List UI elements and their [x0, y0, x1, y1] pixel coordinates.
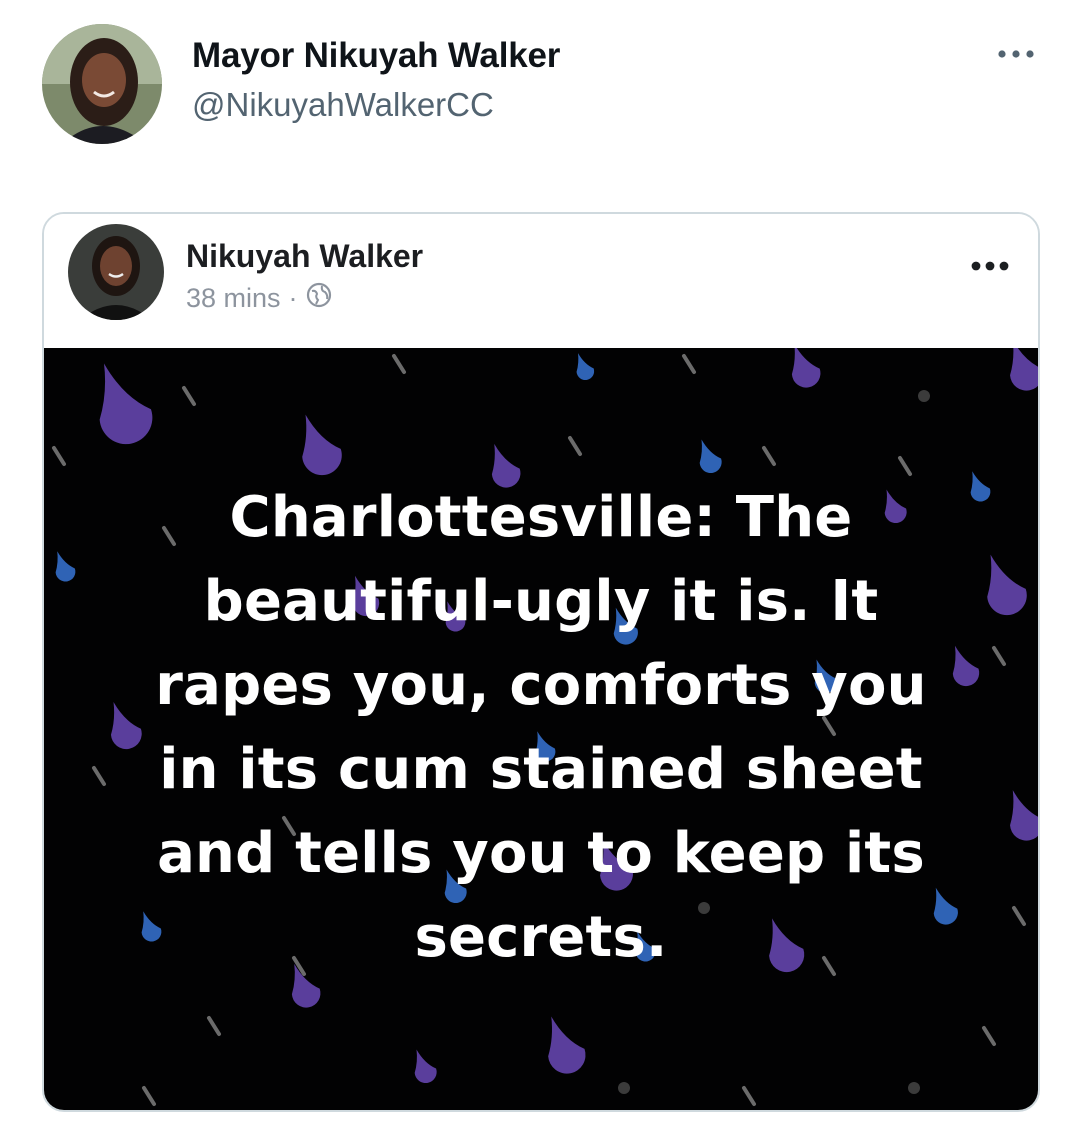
author-avatar[interactable] — [42, 24, 162, 144]
rain-dot — [618, 1082, 630, 1094]
rain-streak — [682, 354, 696, 374]
post-meta: 38 mins · — [186, 282, 332, 315]
post-author-avatar[interactable] — [68, 224, 164, 320]
rain-dot — [908, 1082, 920, 1094]
rain-streak — [742, 1086, 756, 1106]
meta-separator: · — [288, 283, 298, 313]
rain-streak — [992, 646, 1006, 666]
post-header: Nikuyah Walker 38 mins · — [44, 214, 1038, 348]
rain-streak — [142, 1086, 156, 1106]
author-handle[interactable]: @NikuyahWalkerCC — [192, 86, 494, 124]
more-horizontal-icon[interactable] — [994, 36, 1038, 72]
embedded-post-card[interactable]: Nikuyah Walker 38 mins · Charlottesville… — [42, 212, 1040, 1112]
raindrop — [302, 414, 342, 476]
raindrop — [699, 439, 722, 474]
rain-streak — [52, 446, 66, 466]
raindrop — [1010, 348, 1038, 391]
rain-streak — [982, 1026, 996, 1046]
tweet-header: Mayor Nikuyah Walker @NikuyahWalkerCC — [0, 0, 1066, 160]
rain-streak — [1012, 906, 1026, 926]
post-image-text: Charlottesville: The beautiful-ugly it i… — [155, 485, 927, 970]
raindrop — [55, 551, 76, 582]
raindrop — [576, 353, 595, 381]
rain-streak — [207, 1016, 221, 1036]
rain-streak — [568, 436, 582, 456]
raindrop — [987, 554, 1027, 616]
raindrop — [414, 1049, 437, 1084]
author-name[interactable]: Mayor Nikuyah Walker — [192, 36, 560, 76]
raindrop — [1010, 790, 1038, 841]
rain-streak — [182, 386, 196, 406]
raindrop — [548, 1016, 586, 1074]
more-horizontal-icon[interactable] — [968, 252, 1012, 280]
post-image[interactable]: Charlottesville: The beautiful-ugly it i… — [44, 348, 1038, 1110]
post-author-name[interactable]: Nikuyah Walker — [186, 238, 423, 275]
rain-streak — [762, 446, 776, 466]
rain-streak — [392, 354, 406, 374]
raindrop — [99, 363, 153, 445]
post-timestamp[interactable]: 38 mins — [186, 283, 281, 314]
rain-streak — [898, 456, 912, 476]
rain-streak — [92, 766, 106, 786]
raindrop — [791, 348, 821, 388]
rain-dot — [918, 390, 930, 402]
globe-icon — [306, 282, 332, 315]
